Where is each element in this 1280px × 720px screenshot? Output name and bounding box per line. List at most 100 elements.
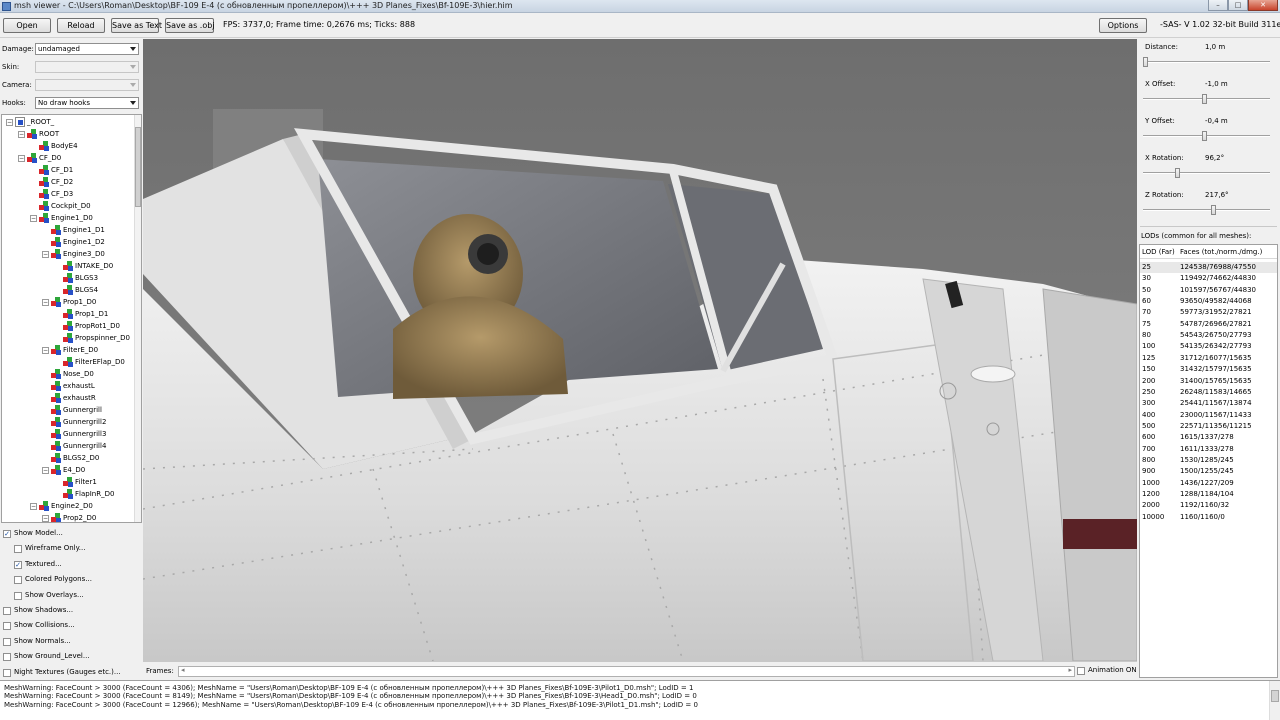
collapse-icon[interactable]: − [42, 251, 49, 258]
checkbox-box[interactable]: ✓ [3, 530, 11, 538]
lod-faces-cell: 1192/1160/32 [1180, 501, 1230, 510]
lod-row[interactable]: 1200 1288/1184/104 [1140, 489, 1277, 500]
lod-far-cell: 250 [1142, 387, 1156, 396]
skin-select[interactable] [35, 61, 139, 73]
checkbox-box[interactable] [3, 607, 11, 615]
checkbox-box[interactable] [14, 576, 22, 585]
lod-row[interactable]: 700 1611/1333/278 [1140, 444, 1277, 455]
lod-far-cell: 60 [1142, 297, 1151, 306]
slider-thumb[interactable] [1211, 205, 1217, 215]
lod-row[interactable]: 75 54787/26966/27821 [1140, 319, 1277, 330]
console-scrollbar[interactable] [1269, 681, 1280, 720]
lod-row[interactable]: 600 1615/1337/278 [1140, 432, 1277, 443]
slider-thumb[interactable] [1201, 94, 1207, 104]
collapse-icon[interactable]: − [42, 299, 49, 306]
lod-row[interactable]: 100 54135/26342/27793 [1140, 341, 1277, 352]
lod-table[interactable]: LOD (Far) Faces (tot./norm./dmg.) 25 1245… [1139, 244, 1278, 678]
mesh-icon [63, 273, 73, 283]
lod-col-faces[interactable]: Faces (tot./norm./dmg.) [1180, 248, 1262, 256]
checkbox-box[interactable] [3, 637, 11, 646]
mesh-icon [51, 429, 61, 439]
damage-select[interactable]: undamaged [35, 43, 139, 55]
hierarchy-tree[interactable]: − _ROOT_ − ROOT BodyE4− CF_D0 CF_D1 CF_D2 CF_D3 C… [1, 114, 142, 523]
lod-row[interactable]: 400 23000/11567/11433 [1140, 410, 1277, 421]
mesh-icon [51, 345, 61, 355]
checkbox-box[interactable] [3, 653, 11, 662]
lod-row[interactable]: 250 26248/11583/14665 [1140, 387, 1277, 398]
divider [1140, 226, 1277, 227]
slider-track[interactable] [1143, 172, 1270, 174]
tree-scrollbar[interactable] [134, 115, 141, 522]
animation-box[interactable] [1077, 667, 1085, 675]
collapse-icon[interactable]: − [42, 347, 49, 354]
tree-node-label: Filter1 [75, 478, 97, 486]
collapse-icon[interactable]: − [6, 119, 13, 126]
lod-row[interactable]: 1000 1436/1227/209 [1140, 478, 1277, 489]
mesh-icon [39, 201, 49, 211]
save-as-text-button[interactable]: Save as Text [111, 18, 162, 33]
lod-row[interactable]: 2000 1192/1160/32 [1140, 500, 1277, 511]
console-scroll-thumb[interactable] [1271, 690, 1279, 702]
tree-node-label: Engine1_D2 [63, 238, 105, 246]
slider-track[interactable] [1143, 61, 1270, 63]
arrow-left-icon[interactable]: ◂ [181, 666, 185, 674]
arrow-right-icon[interactable]: ▸ [1068, 666, 1072, 674]
lod-row[interactable]: 125 31712/16077/15635 [1140, 353, 1277, 364]
slider-track[interactable] [1143, 209, 1270, 211]
checkbox-box[interactable] [14, 545, 22, 554]
collapse-icon[interactable]: − [18, 131, 25, 138]
checkbox-box[interactable] [14, 591, 22, 600]
lod-row[interactable]: 200 31400/15765/15635 [1140, 376, 1277, 387]
checkbox-box[interactable]: ✓ [14, 560, 22, 569]
lod-row[interactable]: 60 93650/49582/44068 [1140, 296, 1277, 307]
lod-row[interactable]: 50 101597/56767/44830 [1140, 285, 1277, 296]
skin-label: Skin: [2, 63, 20, 71]
lod-row[interactable]: 500 22571/11356/11215 [1140, 421, 1277, 432]
lod-row[interactable]: 800 1530/1285/245 [1140, 455, 1277, 466]
hooks-select[interactable]: No draw hooks [35, 97, 139, 109]
lod-far-cell: 75 [1142, 319, 1151, 328]
open-button[interactable]: Open [3, 18, 51, 33]
camera-select[interactable] [35, 79, 139, 91]
lod-row[interactable]: 900 1500/1255/245 [1140, 466, 1277, 477]
mesh-icon [51, 405, 61, 415]
reload-button[interactable]: Reload [57, 18, 105, 33]
lod-row[interactable]: 70 59773/31952/27821 [1140, 307, 1277, 318]
slider-value: -1,0 m [1205, 80, 1228, 88]
collapse-icon[interactable]: − [30, 215, 37, 222]
save-as-obj-button[interactable]: Save as .obj [165, 18, 215, 33]
mesh-icon [63, 477, 73, 487]
log-console[interactable]: MeshWarning: FaceCount > 3000 (FaceCount… [0, 680, 1280, 720]
close-button[interactable]: ✕ [1248, 0, 1278, 11]
camera-label: Camera: [2, 81, 32, 89]
slider-thumb[interactable] [1201, 131, 1207, 141]
animation-label: Animation ON [1088, 666, 1137, 674]
lod-faces-cell: 31400/15765/15635 [1180, 376, 1252, 385]
lod-row[interactable]: 30 119492/74662/44830 [1140, 273, 1277, 284]
tree-scroll-thumb[interactable] [135, 127, 141, 207]
checkbox-box[interactable] [3, 622, 11, 631]
checkbox-label: Show Normals... [14, 636, 71, 645]
minimize-button[interactable]: – [1208, 0, 1228, 11]
options-button[interactable]: Options [1099, 18, 1147, 33]
lod-far-cell: 100 [1142, 342, 1156, 351]
collapse-icon[interactable]: − [42, 467, 49, 474]
aircraft-render [143, 39, 1137, 661]
lod-row[interactable]: 300 25441/11567/13874 [1140, 398, 1277, 409]
collapse-icon[interactable]: − [42, 515, 49, 522]
collapse-icon[interactable]: − [18, 155, 25, 162]
lod-col-far[interactable]: LOD (Far) [1142, 248, 1175, 256]
checkbox-box[interactable] [3, 668, 11, 677]
tree-node-label: Gunnergrill4 [63, 442, 107, 450]
slider-thumb[interactable] [1143, 57, 1148, 67]
lod-row[interactable]: 150 31432/15797/15635 [1140, 364, 1277, 375]
slider-thumb[interactable] [1174, 168, 1180, 178]
window-title: msh viewer - C:\Users\Roman\Desktop\BF-1… [14, 1, 513, 10]
collapse-icon[interactable]: − [30, 503, 37, 510]
maximize-button[interactable]: □ [1228, 0, 1248, 11]
lod-row[interactable]: 10000 1160/1160/0 [1140, 512, 1277, 523]
lod-row[interactable]: 80 54543/26750/27793 [1140, 330, 1277, 341]
3d-viewport[interactable] [143, 39, 1137, 661]
frames-slider[interactable]: ◂ ▸ [178, 666, 1075, 677]
lod-row[interactable]: 25 124538/76988/47550 [1140, 262, 1277, 273]
